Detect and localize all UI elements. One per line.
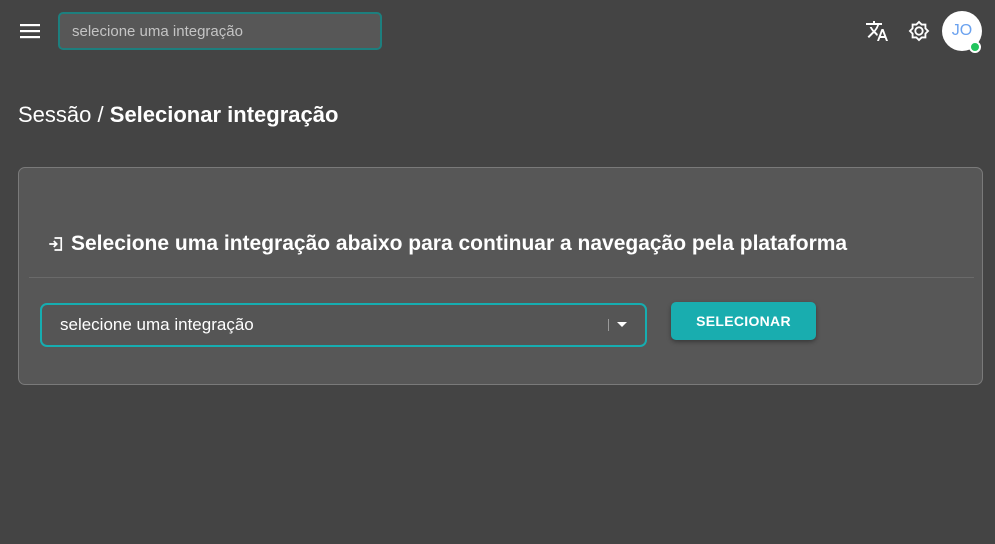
- card-title-text: Selecione uma integração abaixo para con…: [71, 232, 848, 255]
- card-divider: [29, 277, 974, 278]
- breadcrumb-separator: /: [97, 102, 104, 127]
- menu-button[interactable]: [14, 15, 46, 47]
- integration-search-input[interactable]: [72, 22, 368, 40]
- avatar-initials: JO: [951, 22, 973, 39]
- chevron-down-icon[interactable]: [617, 320, 627, 330]
- integration-select-value: selecione uma integração: [60, 315, 254, 334]
- translate-button[interactable]: [861, 15, 893, 47]
- login-icon: [47, 235, 65, 253]
- integration-select[interactable]: selecione uma integração: [40, 303, 647, 347]
- breadcrumb-current: Selecionar integração: [109, 102, 339, 127]
- hamburger-icon: [20, 24, 40, 39]
- online-status-indicator: [969, 41, 981, 53]
- select-separator: [608, 319, 609, 331]
- translate-icon: [866, 21, 888, 41]
- integration-card: Selecione uma integração abaixo para con…: [18, 167, 983, 385]
- top-bar: JO: [0, 0, 995, 62]
- breadcrumb: Sessão / Selecionar integração: [18, 102, 338, 128]
- card-title: Selecione uma integração abaixo para con…: [47, 232, 847, 256]
- theme-toggle-button[interactable]: [903, 15, 935, 47]
- breadcrumb-parent: Sessão: [18, 102, 92, 127]
- integration-search[interactable]: [58, 12, 382, 50]
- select-button[interactable]: SELECIONAR: [671, 302, 816, 340]
- brightness-icon: [908, 20, 930, 42]
